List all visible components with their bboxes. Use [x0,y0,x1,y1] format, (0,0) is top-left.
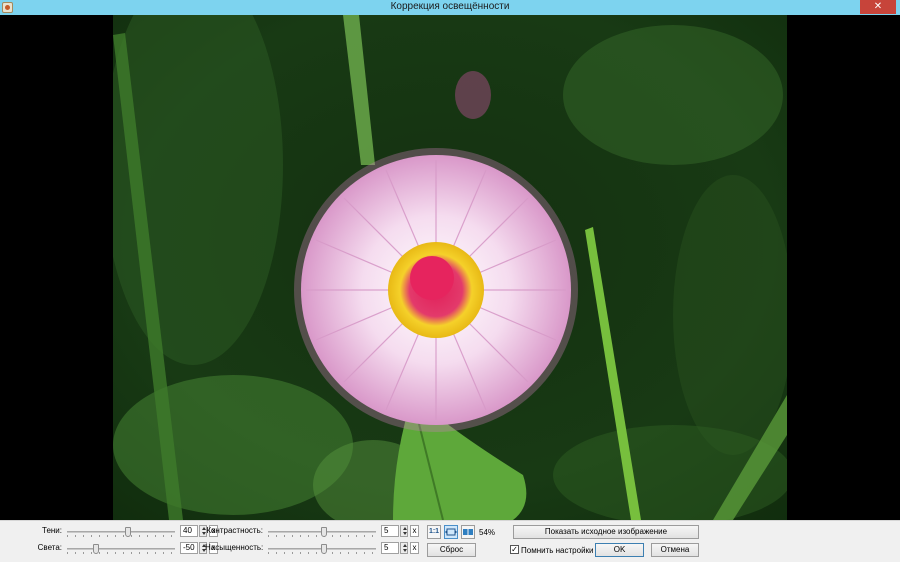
title-bar: Коррекция освещённости ✕ [0,0,900,15]
contrast-input[interactable]: 5 [381,525,399,537]
shadows-slider-thumb[interactable] [125,527,131,537]
flower-photo [113,15,787,520]
contrast-slider-thumb[interactable] [321,527,327,537]
contrast-spin-button[interactable] [400,525,408,537]
contrast-label: Контрастность: [206,526,263,535]
flower [294,148,578,432]
saturation-input[interactable]: 5 [381,542,399,554]
remember-settings-label: Помнить настройки [521,546,594,555]
contrast-reset-button[interactable]: x [410,525,419,537]
saturation-spin-button[interactable] [400,542,408,554]
contrast-slider[interactable] [268,527,376,537]
shadows-input[interactable]: 40 [180,525,198,537]
reset-button[interactable]: Сброс [427,543,476,557]
highlights-input[interactable]: -50 [180,542,198,554]
shadows-slider[interactable] [67,527,175,537]
fit-to-window-icon [445,528,457,536]
cancel-button[interactable]: Отмена [651,543,699,557]
saturation-reset-button[interactable]: x [410,542,419,554]
control-panel: Тени: 40 x Света: -50 x Контрастность: 5… [0,520,900,562]
shadows-label: Тени: [42,526,62,535]
highlights-slider-thumb[interactable] [93,544,99,554]
highlights-label: Света: [37,543,62,552]
zoom-level: 54% [479,528,496,537]
image-preview [0,15,900,520]
saturation-slider-thumb[interactable] [321,544,327,554]
window-title: Коррекция освещённости [390,1,510,12]
saturation-slider[interactable] [268,544,376,554]
show-original-button[interactable]: Показать исходное изображение [513,525,699,539]
saturation-label: Насыщенность: [205,543,263,552]
ok-button[interactable]: OK [595,543,644,557]
split-view-button[interactable] [461,525,475,539]
preview-photo[interactable] [113,15,787,520]
highlights-slider[interactable] [67,544,175,554]
remember-settings-checkbox[interactable]: ✓ [510,545,519,554]
fit-to-window-button[interactable] [444,525,458,539]
actual-size-button[interactable]: 1:1 [427,525,441,539]
split-view-icon [463,529,473,535]
close-button[interactable]: ✕ [860,0,896,14]
